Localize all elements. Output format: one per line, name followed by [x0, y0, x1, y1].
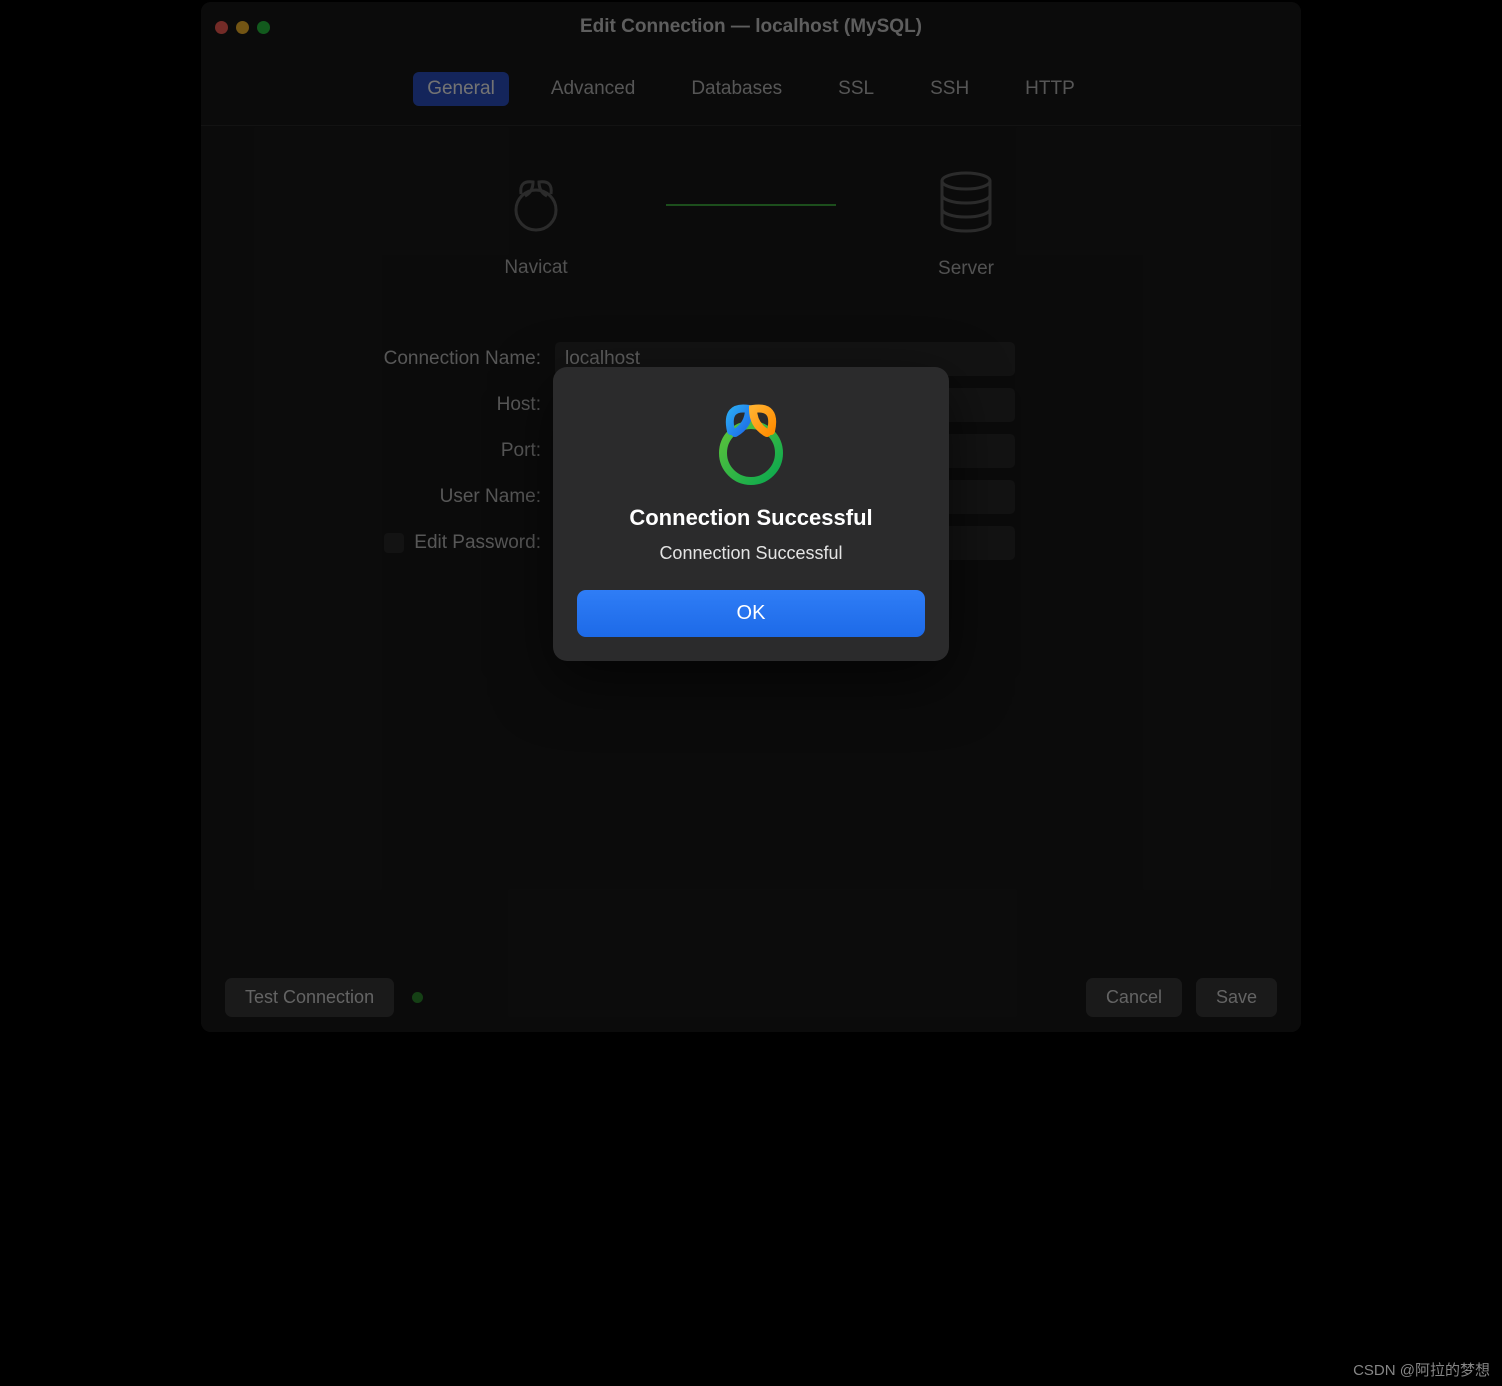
connection-result-dialog: Connection Successful Connection Success… [553, 367, 949, 661]
maximize-window-button[interactable] [257, 21, 270, 34]
navicat-icon [503, 172, 569, 237]
tab-bar: General Advanced Databases SSL SSH HTTP [201, 52, 1301, 126]
dialog-message: Connection Successful [577, 543, 925, 564]
dialog-title: Connection Successful [577, 505, 925, 531]
test-connection-button[interactable]: Test Connection [225, 978, 394, 1017]
navicat-logo-icon [705, 395, 797, 487]
connection-name-label: Connection Name: [361, 348, 541, 370]
tab-general[interactable]: General [413, 72, 509, 106]
tab-ssl[interactable]: SSL [824, 72, 888, 106]
tab-http[interactable]: HTTP [1011, 72, 1089, 106]
watermark: CSDN @阿拉的梦想 [1353, 1359, 1490, 1380]
dialog-ok-button[interactable]: OK [577, 590, 925, 637]
minimize-window-button[interactable] [236, 21, 249, 34]
tab-ssh[interactable]: SSH [916, 72, 983, 106]
edit-password-checkbox[interactable] [384, 533, 404, 553]
cancel-button[interactable]: Cancel [1086, 978, 1182, 1017]
close-window-button[interactable] [215, 21, 228, 34]
port-label: Port: [361, 440, 541, 462]
connection-line-icon [666, 204, 836, 206]
diagram-navicat-label: Navicat [504, 257, 567, 279]
edit-password-label: Edit Password: [414, 532, 541, 554]
window-controls [215, 21, 270, 34]
tab-databases[interactable]: Databases [677, 72, 796, 106]
footer: Test Connection Cancel Save [201, 962, 1301, 1032]
diagram-server: Server [876, 171, 1056, 280]
connection-diagram: Navicat Server [201, 126, 1301, 296]
user-name-label: User Name: [361, 486, 541, 508]
edit-connection-window: Edit Connection — localhost (MySQL) Gene… [201, 2, 1301, 1032]
diagram-server-label: Server [938, 258, 994, 280]
host-label: Host: [361, 394, 541, 416]
diagram-navicat: Navicat [446, 172, 626, 279]
save-button[interactable]: Save [1196, 978, 1277, 1017]
status-success-icon [412, 992, 423, 1003]
database-icon [937, 171, 995, 238]
window-title: Edit Connection — localhost (MySQL) [215, 16, 1287, 38]
titlebar: Edit Connection — localhost (MySQL) [201, 2, 1301, 52]
tab-advanced[interactable]: Advanced [537, 72, 650, 106]
